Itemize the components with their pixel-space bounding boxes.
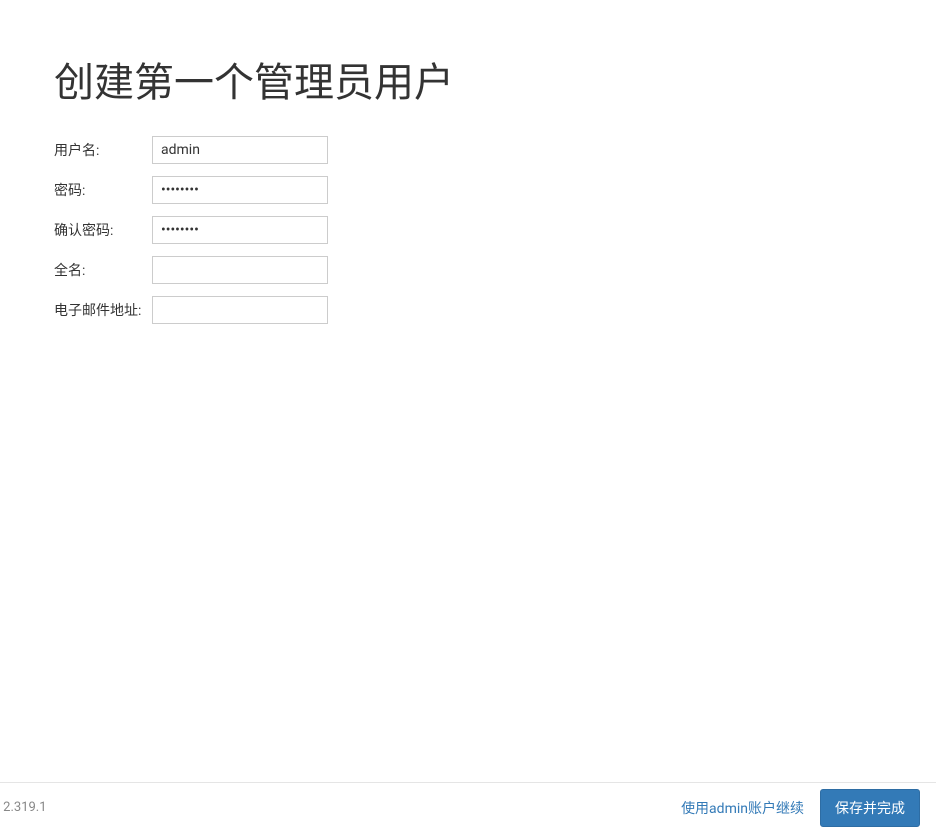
page-title: 创建第一个管理员用户 [54, 50, 936, 108]
footer-version: ıs 2.319.1 [0, 800, 47, 815]
footer: ıs 2.319.1 使用admin账户继续 保存并完成 [0, 782, 936, 832]
confirm-password-label: 确认密码: [54, 210, 152, 250]
username-input[interactable] [152, 136, 328, 164]
email-label: 电子邮件地址: [54, 290, 152, 330]
admin-user-form: 用户名: 密码: 确认密码: 全名: 电子邮件地址: [54, 130, 328, 330]
email-input[interactable] [152, 296, 328, 324]
main-content: 创建第一个管理员用户 用户名: 密码: 确认密码: 全名: [0, 0, 936, 330]
confirm-password-input[interactable] [152, 216, 328, 244]
fullname-input[interactable] [152, 256, 328, 284]
password-label: 密码: [54, 170, 152, 210]
save-and-finish-button[interactable]: 保存并完成 [820, 789, 920, 827]
footer-actions: 使用admin账户继续 保存并完成 [681, 789, 920, 827]
fullname-label: 全名: [54, 250, 152, 290]
continue-as-admin-button[interactable]: 使用admin账户继续 [681, 798, 804, 818]
username-label: 用户名: [54, 130, 152, 170]
password-input[interactable] [152, 176, 328, 204]
